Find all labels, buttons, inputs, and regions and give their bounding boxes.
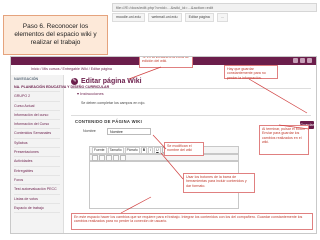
browser-tab[interactable]: Editar página [184,13,214,22]
browser-tab[interactable]: webmail.unl.edu [147,13,182,22]
arrow-edit-zone [128,66,162,80]
arrow-name [152,134,167,150]
annotation-arrows [120,66,310,214]
slide-title-line-2: elementos del espacio wiki y [14,31,97,38]
url-bar[interactable]: file:///E:/docs/edit.php?cmid=...&wiki_i… [112,3,317,12]
arrow-toolbar [160,152,184,180]
arrow-finish [278,124,310,130]
slide-title-line-3: realizar el trabajo [30,39,81,46]
arrow-workspace [120,196,152,214]
slide-title-line-1: Paso 6. Reconocer los [22,23,89,30]
slide-title: Paso 6. Reconocer los elementos del espa… [3,15,108,55]
browser-tab[interactable]: moodle.unl.edu [112,13,145,22]
arrow-save-often [248,78,308,114]
browser-tabs: moodle.unl.edu webmail.unl.edu Editar pá… [112,13,317,22]
lms-screenshot: Inicio / Mis cursos / Entregable Wiki / … [10,56,317,234]
browser-tab[interactable]: ... [216,13,228,22]
